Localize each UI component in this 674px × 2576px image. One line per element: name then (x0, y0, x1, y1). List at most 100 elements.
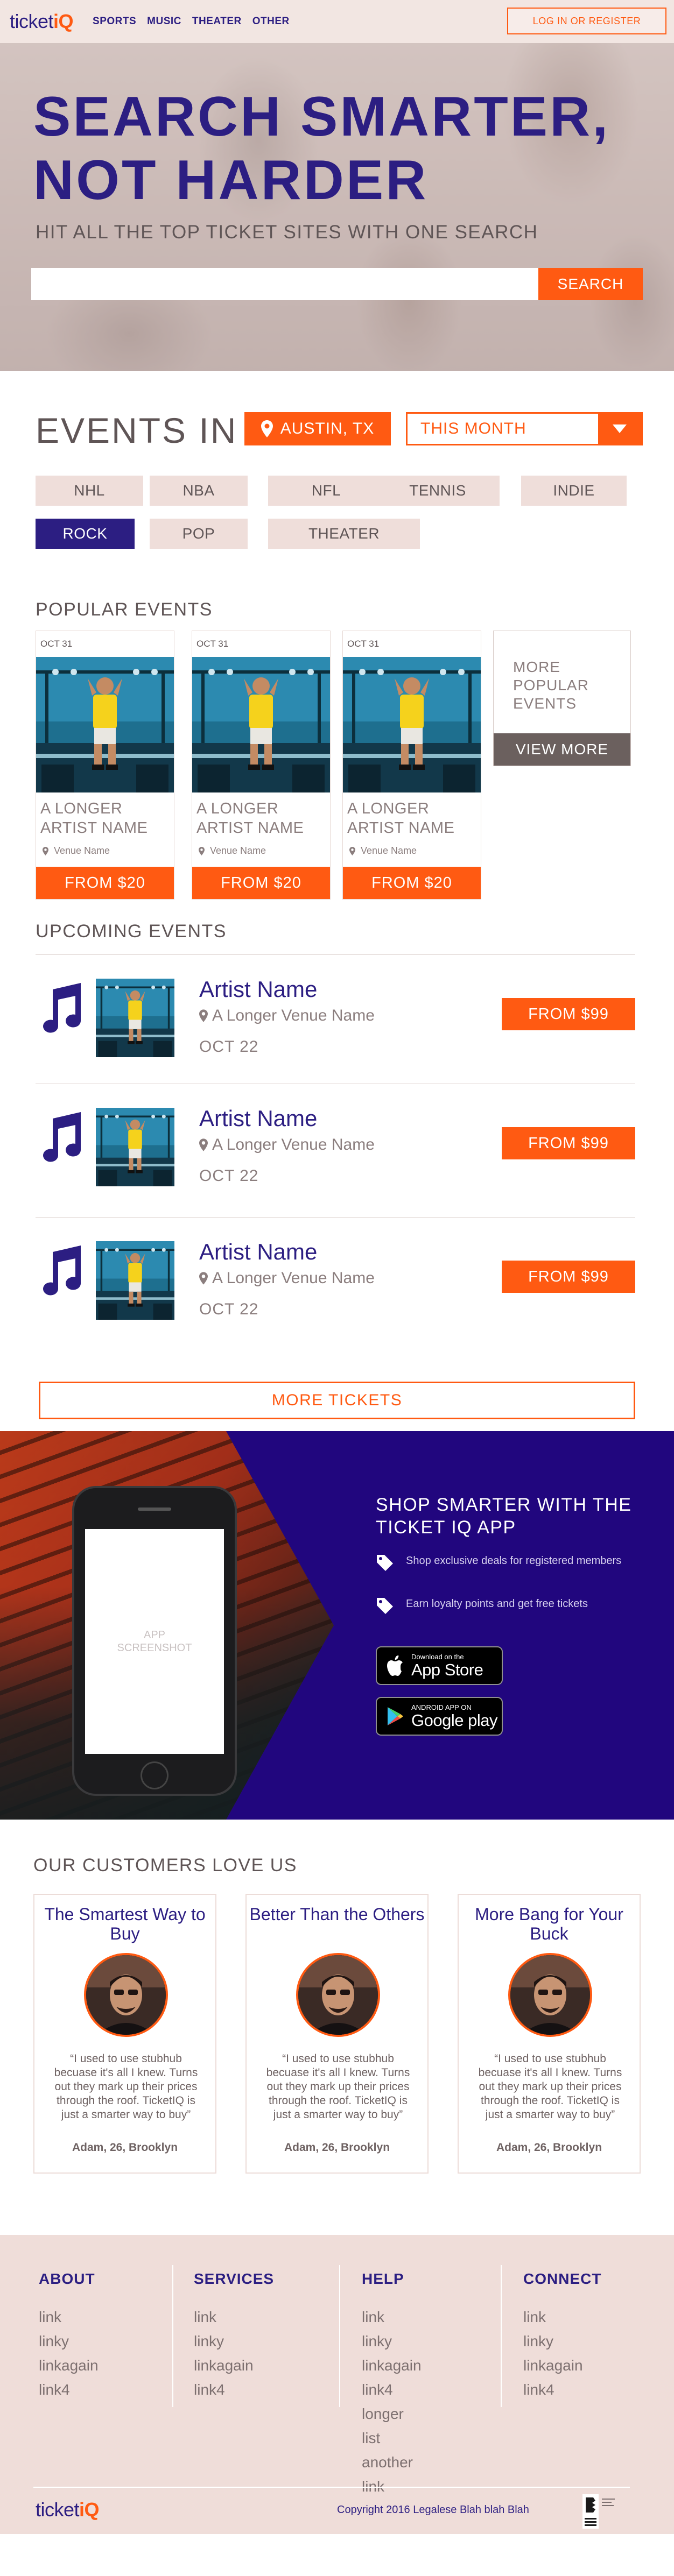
testimonials-title: OUR CUSTOMERS LOVE US (33, 1855, 297, 1876)
footer-link[interactable]: linky (39, 2329, 99, 2353)
footer-heading: CONNECT (523, 2270, 602, 2287)
logo-text-ticket: ticket (36, 2499, 80, 2521)
event-artist-name[interactable]: Artist Name (199, 1106, 317, 1131)
testimonial-title: Better Than the Others (249, 1905, 425, 1924)
event-thumbnail (96, 1108, 174, 1186)
footer-link[interactable]: link4 (523, 2377, 583, 2402)
location-button[interactable]: AUSTIN, TX (244, 412, 391, 445)
map-pin-icon (349, 846, 355, 855)
footer-link[interactable]: link (194, 2305, 254, 2329)
testimonial-card: More Bang for Your Buck “I used to use s… (458, 1894, 641, 2174)
testimonial-title: The Smartest Way to Buy (44, 1905, 206, 1943)
map-pin-icon (199, 1138, 208, 1151)
more-popular-events-card[interactable]: MORE POPULAR EVENTS VIEW MORE (493, 631, 631, 766)
app-screenshot-label: APP SCREENSHOT (117, 1629, 192, 1654)
chip-tennis[interactable]: TENNIS (376, 476, 500, 506)
main-nav: SPORTS MUSIC THEATER OTHER (93, 16, 290, 27)
tag-icon (377, 1598, 393, 1614)
event-price-button[interactable]: FROM $99 (502, 998, 635, 1030)
footer-link[interactable]: linky (523, 2329, 583, 2353)
event-price-button[interactable]: FROM $20 (36, 867, 174, 899)
testimonial-author: Adam, 26, Brooklyn (284, 2141, 390, 2154)
footer-link[interactable]: link4 (39, 2377, 99, 2402)
chip-rock[interactable]: ROCK (36, 519, 135, 549)
upcoming-event-row[interactable]: Artist Name A Longer Venue Name OCT 22 F… (36, 1084, 635, 1213)
google-play-button[interactable]: ANDROID APP ON Google play (376, 1697, 503, 1736)
event-price-button[interactable]: FROM $99 (502, 1261, 635, 1293)
hero-title-line-1: SEARCH SMARTER, (33, 86, 610, 148)
footer-link[interactable]: linkagain (39, 2353, 99, 2377)
popular-events-title: POPULAR EVENTS (36, 599, 213, 620)
footer-link[interactable]: link (362, 2305, 422, 2329)
footer-link[interactable]: linkagain (194, 2353, 254, 2377)
footer-divider (339, 2265, 340, 2407)
more-tickets-button[interactable]: MORE TICKETS (39, 1382, 635, 1419)
login-register-button[interactable]: LOG IN OR REGISTER (507, 8, 666, 34)
chip-pop[interactable]: POP (150, 519, 248, 549)
period-label: THIS MONTH (420, 420, 526, 437)
event-image (36, 657, 174, 792)
footer-link[interactable]: longer list (362, 2402, 422, 2450)
footer-link[interactable]: linky (362, 2329, 422, 2353)
event-date: OCT 22 (199, 1167, 259, 1185)
map-pin-icon (43, 846, 48, 855)
nav-sports[interactable]: SPORTS (93, 16, 136, 27)
footer-heading: ABOUT (39, 2270, 95, 2287)
testimonial-quote: “I used to use stubhub becuase it's all … (478, 2053, 622, 2121)
chip-theater[interactable]: THEATER (268, 519, 420, 549)
footer-heading: SERVICES (194, 2270, 275, 2287)
event-date: OCT 31 (40, 639, 73, 649)
footer-link[interactable]: linkagain (362, 2353, 422, 2377)
accreditation-seal-icon[interactable] (580, 2493, 618, 2530)
footer-link[interactable]: linkagain (523, 2353, 583, 2377)
footer-link[interactable]: link4 (362, 2377, 422, 2402)
footer-link[interactable]: link4 (194, 2377, 254, 2402)
footer-link[interactable]: link (523, 2305, 583, 2329)
chip-nfl[interactable]: NFL (268, 476, 384, 506)
popular-event-card[interactable]: OCT 31 A LONGER ARTIST NAME Venue Name F… (192, 631, 331, 900)
map-pin-icon (261, 420, 273, 437)
event-venue: A Longer Venue Name (199, 1007, 375, 1025)
nav-music[interactable]: MUSIC (147, 16, 181, 27)
event-artist-name[interactable]: Artist Name (199, 976, 317, 1002)
google-play-label: Google play (411, 1710, 497, 1730)
footer-logo[interactable]: ticket iQ (36, 2499, 100, 2521)
testimonial-title: More Bang for Your Buck (475, 1905, 623, 1943)
chip-nhl[interactable]: NHL (36, 476, 143, 506)
footer-heading: HELP (362, 2270, 404, 2287)
footer-rule (33, 2487, 630, 2488)
event-image (192, 657, 330, 792)
event-venue-label: A Longer Venue Name (212, 1269, 375, 1287)
event-venue-label: Venue Name (361, 845, 417, 856)
ticketiq-logo[interactable]: ticket iQ (10, 10, 74, 33)
footer-link[interactable]: link (39, 2305, 99, 2329)
event-price-button[interactable]: FROM $20 (192, 867, 330, 899)
view-more-button[interactable]: VIEW MORE (494, 733, 630, 766)
footer-link[interactable]: linky (194, 2329, 254, 2353)
popular-event-card[interactable]: OCT 31 A LONGER ARTIST NAME Venue Name F… (36, 631, 174, 900)
top-nav: ticket iQ SPORTS MUSIC THEATER OTHER LOG … (0, 0, 674, 43)
search-button[interactable]: SEARCH (538, 268, 643, 300)
footer-link[interactable]: another link (362, 2450, 422, 2499)
event-venue-label: Venue Name (210, 845, 266, 856)
app-perk: Shop exclusive deals for registered memb… (376, 1554, 629, 1572)
upcoming-event-row[interactable]: Artist Name A Longer Venue Name OCT 22 F… (36, 1217, 635, 1346)
event-venue-label: A Longer Venue Name (212, 1007, 375, 1024)
app-promo-section: APP SCREENSHOT SHOP SMARTER WITH THE TIC… (0, 1431, 674, 1820)
event-price-button[interactable]: FROM $99 (502, 1127, 635, 1159)
caret-down-icon[interactable] (598, 414, 641, 444)
testimonial-author: Adam, 26, Brooklyn (496, 2141, 602, 2154)
event-venue: Venue Name (349, 845, 417, 857)
chip-nba[interactable]: NBA (150, 476, 248, 506)
event-price-button[interactable]: FROM $20 (343, 867, 481, 899)
search-bar: SEARCH (31, 268, 643, 300)
event-artist-name[interactable]: Artist Name (199, 1239, 317, 1265)
nav-other[interactable]: OTHER (252, 16, 290, 27)
chip-indie[interactable]: INDIE (521, 476, 627, 506)
app-store-button[interactable]: Download on the App Store (376, 1646, 503, 1685)
period-dropdown[interactable]: THIS MONTH (406, 412, 643, 445)
upcoming-event-row[interactable]: Artist Name A Longer Venue Name OCT 22 F… (36, 954, 635, 1084)
search-input[interactable] (31, 268, 538, 300)
nav-theater[interactable]: THEATER (192, 16, 242, 27)
popular-event-card[interactable]: OCT 31 A LONGER ARTIST NAME Venue Name F… (342, 631, 481, 900)
